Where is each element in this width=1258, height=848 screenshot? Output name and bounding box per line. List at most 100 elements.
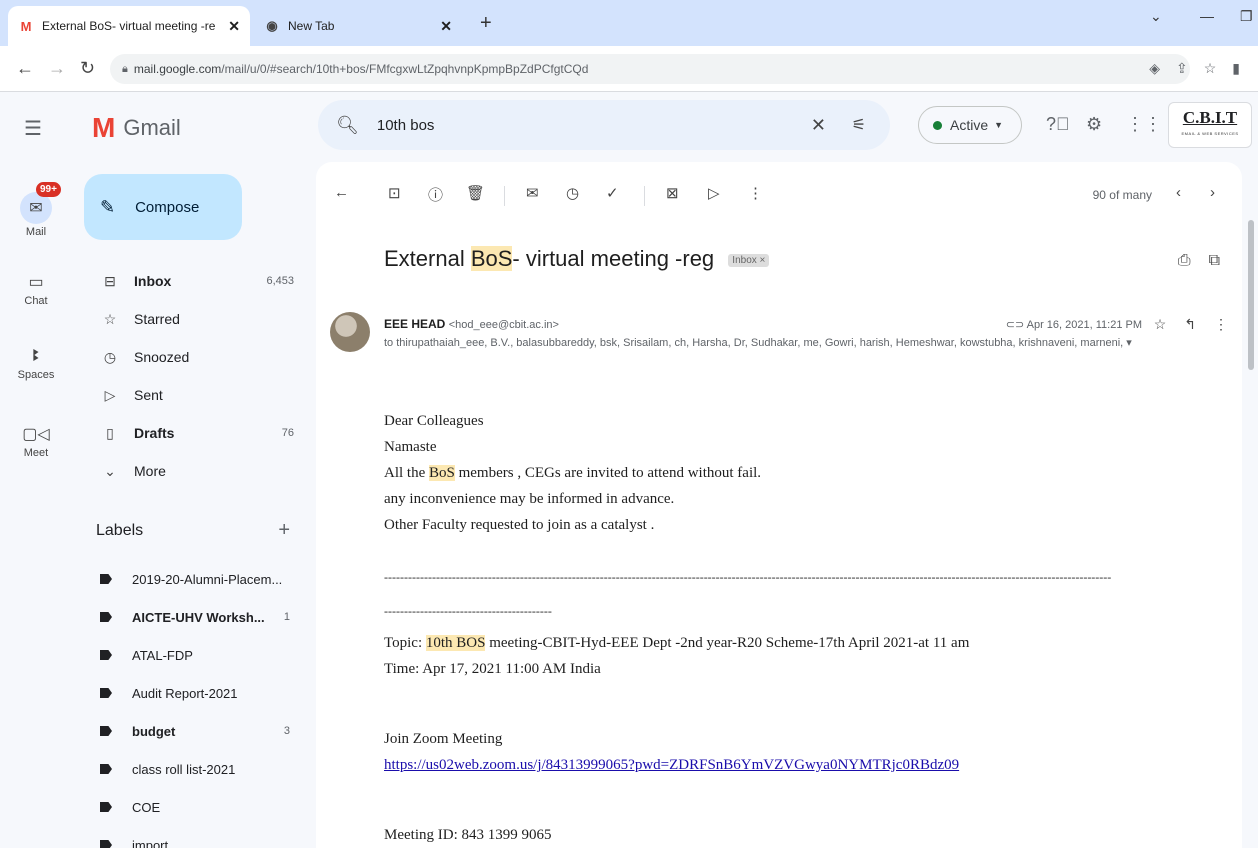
label-item[interactable]: COE [84, 788, 304, 826]
label-item[interactable]: 2019-20-Alumni-Placem... [84, 560, 304, 598]
nav-item-sent[interactable]: ▷ Sent [84, 376, 304, 414]
add-label-icon[interactable]: + [278, 519, 290, 542]
tab-search-chevron-icon[interactable]: ⌄ [1150, 8, 1162, 25]
search-input[interactable] [376, 116, 777, 134]
label-item[interactable]: class roll list-2021 [84, 750, 304, 788]
reload-icon[interactable]: ↻ [80, 58, 95, 79]
email-body: Dear Colleagues Namaste All the BoS memb… [384, 408, 1224, 538]
clear-search-icon[interactable]: ✕ [811, 115, 826, 136]
pager-text: 90 of many [1092, 188, 1152, 202]
nav-item-snoozed[interactable]: ◷ Snoozed [84, 338, 304, 376]
label-count: 3 [283, 725, 290, 737]
nav-item-starred[interactable]: ☆ Starred [84, 300, 304, 338]
url-field[interactable]: 🔒︎ mail.google.com/mail/u/0/#search/10th… [110, 54, 1190, 84]
search-icon[interactable]: 🔍︎ [336, 115, 359, 136]
inbox-icon: ⊟ [104, 272, 116, 289]
main-menu-icon[interactable]: ☰ [24, 116, 42, 141]
nav-label: Drafts [134, 425, 175, 441]
unread-badge: 99+ [36, 182, 61, 197]
zoom-link[interactable]: https://us02web.zoom.us/j/84313999065?pw… [384, 757, 959, 773]
nav-item-drafts[interactable]: ▯ Drafts 76 [84, 414, 304, 452]
open-new-window-icon[interactable]: ⧉ [1209, 252, 1220, 270]
rail-meet[interactable]: ▢◁ Meet [0, 424, 72, 459]
clock-icon: ◷ [103, 348, 117, 365]
rail-meet-label: Meet [23, 447, 49, 459]
back-to-list-icon[interactable]: ← [334, 184, 349, 201]
back-arrow-icon[interactable]: ← [16, 58, 34, 79]
delete-icon[interactable]: 🗑︎ [466, 184, 485, 202]
nav-count: 76 [281, 427, 294, 439]
gmail-m-icon: M [92, 112, 116, 143]
label-item[interactable]: budget 3 [84, 712, 304, 750]
line1-highlight: BoS [429, 465, 455, 481]
attachment-label-icon: ⊂⊃ [1005, 319, 1027, 331]
nav-count: 6,453 [266, 275, 294, 287]
label-icon[interactable]: ▷ [708, 184, 720, 202]
gmail-logo[interactable]: M Gmail [92, 112, 181, 144]
print-icon[interactable]: ⎙ [1178, 252, 1191, 270]
close-tab-icon[interactable]: ✕ [440, 18, 452, 35]
topic-pre: Topic: [384, 635, 426, 651]
search-options-icon[interactable]: ⚟ [852, 115, 866, 135]
label-tag-icon [100, 726, 112, 736]
snooze-icon[interactable]: ◷ [566, 184, 579, 202]
subject-text-pre: External [384, 246, 471, 271]
labels-list: 2019-20-Alumni-Placem... AICTE-UHV Works… [84, 560, 304, 848]
extension-icon[interactable]: ◈ [1149, 60, 1160, 77]
mark-unread-icon[interactable]: ✉ [526, 184, 539, 202]
inbox-label-chip[interactable]: Inbox × [728, 253, 770, 267]
body-meeting-id: Meeting ID: 843 1399 9065 [384, 827, 552, 843]
older-chevron-icon[interactable]: › [1210, 184, 1215, 201]
toolbar-divider [644, 186, 645, 206]
label-item[interactable]: Audit Report-2021 [84, 674, 304, 712]
bookmark-star-icon[interactable]: ☆ [1204, 60, 1217, 77]
recipients-line[interactable]: to thirupathaiah_eee, B.V., balasubbared… [384, 336, 1174, 349]
spaces-people-icon: ꔪ [32, 348, 40, 365]
move-to-icon[interactable]: ⊠ [666, 184, 679, 202]
report-spam-icon[interactable]: ⓘ [428, 184, 443, 205]
more-options-icon[interactable]: ⋮ [748, 184, 763, 202]
settings-gear-icon[interactable]: ⚙ [1086, 114, 1102, 135]
minimize-icon[interactable]: — [1200, 8, 1214, 24]
newer-chevron-icon[interactable]: ‹ [1176, 184, 1181, 201]
tab-title: External BoS- virtual meeting -re [42, 19, 216, 33]
nav-item-inbox[interactable]: ⊟ Inbox 6,453 [84, 262, 304, 300]
reply-icon[interactable]: ↰ [1184, 316, 1196, 333]
rail-mail[interactable]: ✉ 99+ Mail [0, 182, 72, 238]
star-icon[interactable]: ☆ [1154, 316, 1167, 333]
scrollbar-thumb[interactable] [1248, 220, 1254, 370]
sender-avatar[interactable] [330, 312, 370, 352]
more-vert-icon[interactable]: ⋮ [1214, 316, 1228, 333]
archive-icon[interactable]: ⊡ [388, 184, 401, 202]
forward-arrow-icon[interactable]: → [48, 58, 66, 79]
compose-button[interactable]: ✎ Compose [84, 174, 242, 240]
browser-tab-newtab[interactable]: ◉ New Tab ✕ [254, 6, 462, 46]
help-icon[interactable]: ?⃝ [1046, 114, 1070, 135]
body-line3: Other Faculty requested to join as a cat… [384, 517, 655, 533]
account-org-badge[interactable]: C.B.I.T EMAIL & WEB SERVICES [1168, 102, 1252, 148]
rail-chat[interactable]: ▭ Chat [0, 272, 72, 307]
body-greeting: Dear Colleagues [384, 413, 484, 429]
sender-name[interactable]: EEE HEAD [384, 317, 445, 331]
org-badge-subtitle: EMAIL & WEB SERVICES [1181, 131, 1239, 136]
url-host: mail.google.com [133, 62, 222, 76]
label-item[interactable]: import [84, 826, 304, 848]
new-tab-button[interactable]: + [480, 12, 492, 35]
nav-item-more[interactable]: ⌄ More [84, 452, 304, 490]
message-view: ← ⊡ ⓘ 🗑︎ ✉ ◷ ✓ ⊠ ▷ ⋮ 90 of many ‹ › Exte… [316, 162, 1242, 848]
tab-title: New Tab [288, 19, 335, 33]
toolbar-divider [504, 186, 505, 206]
label-item[interactable]: AICTE-UHV Worksh... 1 [84, 598, 304, 636]
status-dropdown[interactable]: Active ▼ [918, 106, 1022, 144]
share-icon[interactable]: ⇪ [1176, 60, 1188, 77]
email-subject: External BoS- virtual meeting -reg Inbox… [384, 246, 770, 272]
browser-tab-gmail[interactable]: M External BoS- virtual meeting -re ✕ [8, 6, 250, 46]
close-tab-icon[interactable]: ✕ [228, 18, 240, 35]
add-task-icon[interactable]: ✓ [606, 184, 619, 202]
rail-chat-label: Chat [24, 295, 48, 307]
restore-icon[interactable]: ❐ [1240, 8, 1253, 25]
rail-spaces[interactable]: ꔪ Spaces [0, 348, 72, 381]
side-panel-icon[interactable]: ▮ [1232, 60, 1240, 77]
label-item[interactable]: ATAL-FDP [84, 636, 304, 674]
label-name: ATAL-FDP [132, 647, 193, 663]
